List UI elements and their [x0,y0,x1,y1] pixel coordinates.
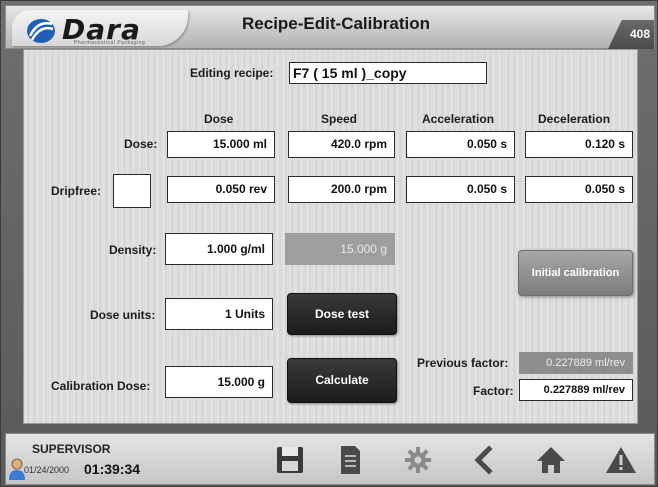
user-name: SUPERVISOR [32,442,111,456]
dose-dose-field[interactable]: 15.000 ml [167,131,275,158]
date: 01/24/2000 [24,465,70,475]
density-label: Density: [109,243,157,257]
logo-subtitle: Pharmaceutical Packaging [74,40,146,46]
gear-icon[interactable] [401,443,435,477]
back-icon[interactable] [468,443,502,477]
logo-swoosh-icon [27,19,55,43]
home-icon[interactable] [534,443,568,477]
calibration-dose-label: Calibration Dose: [51,379,151,393]
factor-label: Factor: [473,384,514,398]
column-dose-header: Dose [204,112,234,126]
dripfree-acceleration-field[interactable]: 0.050 s [406,176,515,203]
recipe-name-input[interactable]: F7 ( 15 ml )_copy [289,62,487,84]
dose-units-field[interactable]: 1 Units [165,298,273,330]
dose-units-label: Dose units: [90,308,156,322]
dripfree-dose-field[interactable]: 0.050 rev [167,176,275,203]
clock: 01:39:34 [84,461,141,477]
dose-acceleration-field[interactable]: 0.050 s [406,131,515,158]
column-deceleration-header: Deceleration [538,112,611,126]
dose-test-button[interactable]: Dose test [287,293,397,335]
dripfree-deceleration-field[interactable]: 0.050 s [525,176,633,203]
column-acceleration-header: Acceleration [422,112,495,126]
previous-factor-value: 0.227889 ml/rev [519,352,633,374]
column-speed-header: Speed [321,112,358,126]
dose-deceleration-field[interactable]: 0.120 s [525,131,633,158]
dripfree-row-label: Dripfree: [51,184,102,198]
screen: Dara Pharmaceutical Packaging Recipe-Edi… [0,0,658,487]
density-field[interactable]: 1.000 g/ml [165,233,273,265]
dose-speed-field[interactable]: 420.0 rpm [288,131,395,158]
footer-bar: SUPERVISOR 01/24/2000 01:39:34 [5,433,655,485]
screen-number: 408 [629,27,650,41]
warning-icon[interactable] [604,443,638,477]
previous-factor-label: Previous factor: [417,356,509,370]
dripfree-checkbox[interactable] [113,174,151,208]
calibration-dose-field[interactable]: 15.000 g [165,366,273,398]
dose-row-label: Dose: [124,137,158,151]
save-icon[interactable] [273,443,307,477]
factor-value: 0.227889 ml/rev [519,379,633,401]
main-panel: Editing recipe: F7 ( 15 ml )_copy Dose S… [23,49,638,424]
editing-recipe-label: Editing recipe: [190,66,274,80]
logo: Dara Pharmaceutical Packaging [12,10,188,46]
header-bar: Dara Pharmaceutical Packaging Recipe-Edi… [5,5,655,49]
document-icon[interactable] [333,443,367,477]
dripfree-speed-field[interactable]: 200.0 rpm [288,176,395,203]
calculate-button[interactable]: Calculate [287,358,397,403]
page-title: Recipe-Edit-Calibration [242,14,430,33]
initial-calibration-button[interactable]: Initial calibration [518,250,633,296]
density-computed-value: 15.000 g [285,233,395,265]
